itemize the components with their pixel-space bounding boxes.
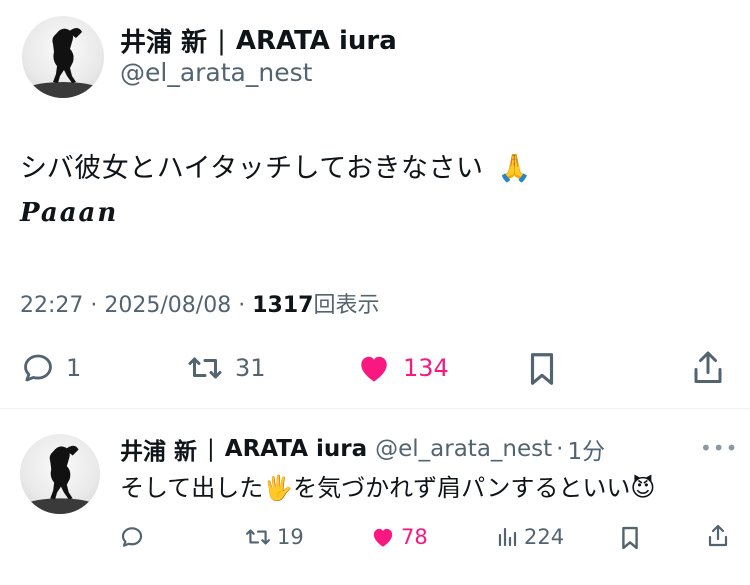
avatar[interactable] bbox=[22, 16, 104, 98]
tweet-author-name[interactable]: 井浦 新 | ARATA iura bbox=[120, 22, 397, 59]
author-handle[interactable]: @el_arata_nest bbox=[375, 436, 552, 462]
share-button[interactable] bbox=[706, 522, 730, 550]
retweet-button[interactable]: 31 bbox=[185, 350, 266, 386]
bookmark-icon bbox=[530, 353, 554, 385]
speech-bubble-icon bbox=[24, 354, 52, 382]
author-handle[interactable]: @el_arata_nest bbox=[120, 58, 312, 87]
tweet-time[interactable]: 22:27 bbox=[20, 293, 83, 318]
reply-button[interactable]: 1 bbox=[20, 350, 81, 386]
share-button[interactable] bbox=[690, 348, 726, 388]
tweet-text: シバ彼女とハイタッチしておきなさい 🙏 bbox=[20, 146, 532, 185]
share-upload-icon bbox=[694, 351, 722, 383]
heart-filled-icon bbox=[373, 528, 393, 547]
more-options-button[interactable]: ••• bbox=[700, 436, 738, 460]
bar-chart-icon bbox=[498, 527, 517, 547]
views-label: 回表示 bbox=[313, 293, 380, 318]
avatar-image bbox=[23, 28, 103, 98]
meta-dot: · bbox=[90, 293, 98, 318]
display-name[interactable]: 井浦 新 bbox=[120, 22, 207, 59]
like-button[interactable]: 78 bbox=[369, 524, 428, 550]
retweet-count: 19 bbox=[277, 525, 304, 549]
share-upload-icon bbox=[708, 524, 728, 547]
reply-text-before: そして出した bbox=[120, 474, 264, 502]
tweet-text-body: シバ彼女とハイタッチしておきなさい bbox=[20, 153, 484, 184]
name-separator: | bbox=[217, 25, 226, 56]
views-count: 224 bbox=[524, 525, 565, 549]
tweet-date[interactable]: 2025/08/08 bbox=[104, 293, 231, 318]
reply-author-line: 井浦 新 | ARATA iura @el_arata_nest · 1分 bbox=[120, 432, 605, 466]
divider bbox=[0, 408, 750, 409]
reply-button[interactable] bbox=[119, 524, 149, 550]
retweet-count: 31 bbox=[235, 354, 266, 382]
reply-avatar[interactable] bbox=[20, 434, 100, 514]
tweet-meta: 22:27 · 2025/08/08 · 1317回表示 bbox=[20, 287, 379, 319]
like-count: 78 bbox=[401, 525, 428, 549]
bookmark-button[interactable] bbox=[526, 350, 558, 388]
meta-dot: · bbox=[556, 436, 564, 462]
raised-hand-emoji: 🖐 bbox=[263, 474, 294, 502]
retweet-arrows-icon bbox=[246, 529, 270, 545]
display-name[interactable]: 井浦 新 bbox=[120, 432, 197, 466]
bookmark-icon bbox=[622, 526, 638, 550]
reply-count: 1 bbox=[66, 354, 82, 382]
reply-actions: 19 78 224 bbox=[0, 518, 750, 552]
tweet-actions: 1 31 134 bbox=[0, 344, 750, 394]
like-count: 134 bbox=[403, 354, 449, 382]
like-button[interactable]: 134 bbox=[355, 350, 449, 386]
reply-text: そして出した🖐を気づかれず肩パンするといい😈 bbox=[120, 468, 655, 503]
meta-dot: · bbox=[238, 293, 246, 318]
views-button[interactable]: 224 bbox=[496, 524, 564, 550]
views-count[interactable]: 1317 bbox=[252, 293, 313, 318]
bookmark-button[interactable] bbox=[619, 524, 641, 552]
display-name-en[interactable]: ARATA iura bbox=[225, 436, 367, 462]
reply-text-after: を気づかれず肩パンするといい bbox=[293, 474, 631, 502]
folded-hands-emoji: 🙏 bbox=[497, 153, 532, 184]
retweet-arrows-icon bbox=[188, 357, 222, 379]
avatar-image bbox=[20, 445, 100, 514]
retweet-button[interactable]: 19 bbox=[243, 524, 304, 550]
tweet-subtext: Paaan bbox=[20, 198, 119, 228]
reply-time[interactable]: 1分 bbox=[567, 432, 605, 466]
speech-bubble-icon bbox=[121, 527, 143, 547]
display-name-en[interactable]: ARATA iura bbox=[236, 26, 397, 56]
heart-filled-icon bbox=[361, 356, 387, 382]
name-separator: | bbox=[207, 436, 215, 462]
smiling-devil-emoji: 😈 bbox=[630, 474, 656, 502]
